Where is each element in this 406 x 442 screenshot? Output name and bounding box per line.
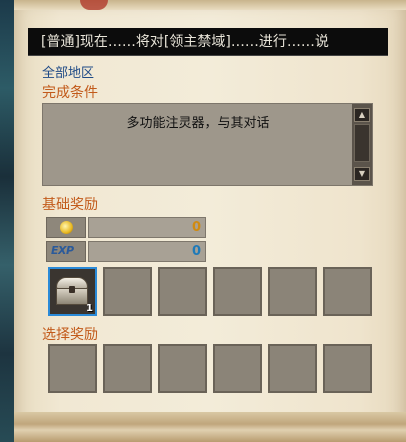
chest-icon	[56, 277, 88, 305]
scroll-up-icon[interactable]: ▲	[354, 108, 370, 122]
item-count: 1	[86, 303, 93, 314]
reward-slot-4[interactable]	[213, 267, 262, 316]
exp-value: 0	[88, 241, 206, 262]
scroll-top-edge	[14, 0, 406, 10]
choice-slot-6[interactable]	[323, 344, 372, 393]
exp-icon: EXP	[51, 244, 74, 257]
region-label: 全部地区	[42, 66, 95, 81]
reward-slot-6[interactable]	[323, 267, 372, 316]
scroll-down-icon[interactable]: ▼	[354, 167, 370, 181]
reward-slot-3[interactable]	[158, 267, 207, 316]
choice-rewards-heading: 选择奖励	[42, 327, 98, 343]
choice-slot-1[interactable]	[48, 344, 97, 393]
reward-slot-1[interactable]: 1	[48, 267, 97, 316]
gold-coin-icon	[60, 221, 73, 234]
reward-slot-2[interactable]	[103, 267, 152, 316]
quest-title: [普通]现在……将对[领主禁域]……进行……说	[28, 28, 388, 56]
choice-slot-5[interactable]	[268, 344, 317, 393]
conditions-heading: 完成条件	[42, 85, 98, 101]
scroll-thumb[interactable]	[354, 124, 370, 162]
gold-value: 0	[88, 217, 206, 238]
scroll-bottom-roll	[14, 412, 406, 442]
choice-slot-3[interactable]	[158, 344, 207, 393]
choice-slot-4[interactable]	[213, 344, 262, 393]
conditions-scrollbar[interactable]: ▲ ▼	[352, 104, 372, 185]
choice-slot-2[interactable]	[103, 344, 152, 393]
condition-text: 多功能注灵器，与其对话	[126, 116, 270, 131]
basic-rewards-heading: 基础奖励	[42, 197, 98, 213]
conditions-box: 多功能注灵器，与其对话 ▲ ▼	[42, 103, 373, 186]
reward-slot-5[interactable]	[268, 267, 317, 316]
